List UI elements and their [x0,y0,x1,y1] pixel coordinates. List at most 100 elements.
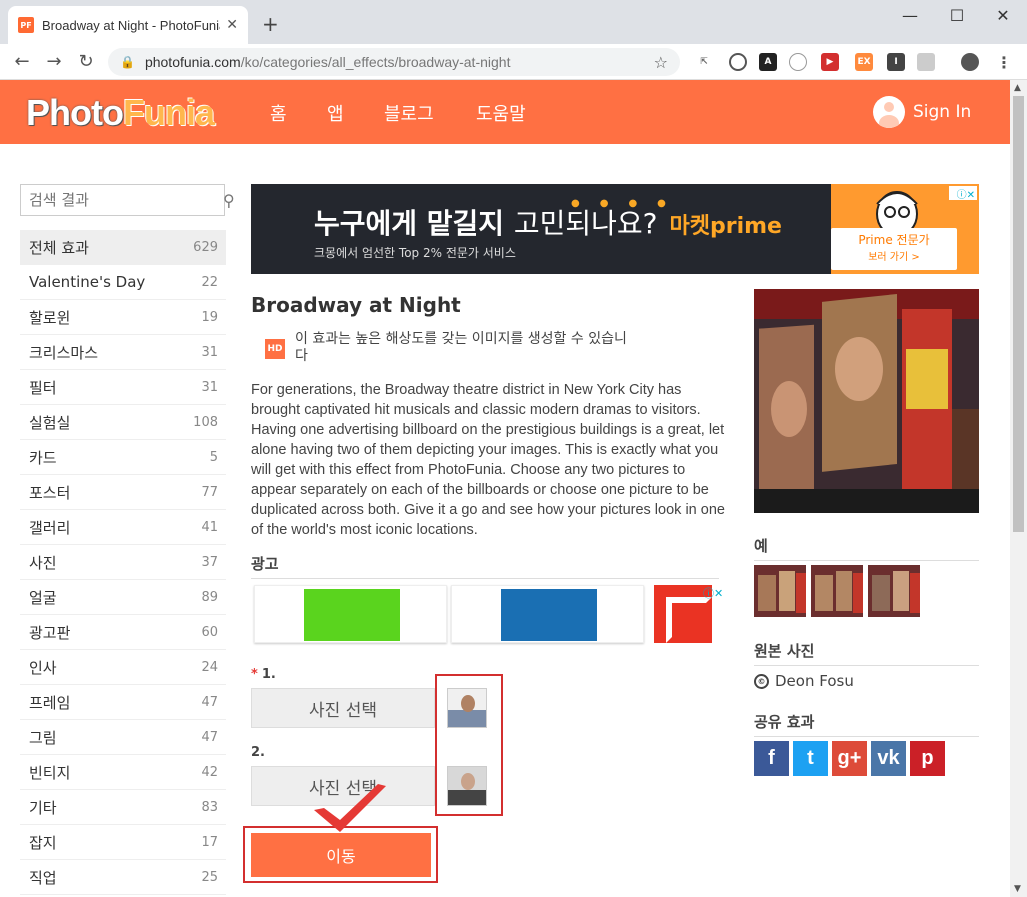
category-item[interactable]: 직업 25 [20,860,226,895]
forward-icon[interactable]: → [42,50,66,74]
category-item[interactable]: Valentine's Day 22 [20,265,226,300]
category-item[interactable]: 잡지 17 [20,825,226,860]
adchoices-icon[interactable]: ⓘ✕ [949,186,977,201]
category-label: 얼굴 [29,588,57,607]
ads-heading: 광고 [251,553,719,579]
address-bar[interactable]: 🔒 photofunia.com/ko/categories/all_effec… [108,48,680,76]
extension-play-icon[interactable]: ▶ [821,53,839,71]
ad-close-icon[interactable]: ⓘ✕ [703,585,723,601]
category-item[interactable]: 전체 효과 629 [20,230,226,265]
banner-ad[interactable]: ●●●● 누구에게 맡길지 고민되나요? 마켓prime 크몽에서 엄선한 Top… [251,184,979,274]
category-label: Valentine's Day [29,273,146,291]
reload-icon[interactable]: ↻ [74,50,98,74]
close-tab-icon[interactable]: ✕ [226,17,238,33]
browser-toolbar: ← → ↻ 🔒 photofunia.com/ko/categories/all… [0,44,1027,80]
selected-photo-2[interactable] [447,766,487,806]
maximize-icon[interactable]: ☐ [937,6,977,25]
category-count: 31 [201,379,218,395]
category-item[interactable]: 빈티지 42 [20,755,226,790]
share-twitter-icon[interactable]: t [793,741,828,776]
site-header: PhotoFunia 홈 앱 블로그 도움말 Sign In [0,80,1010,144]
category-label: 카드 [29,448,57,467]
category-item[interactable]: 사진 37 [20,545,226,580]
example-thumb-3[interactable] [868,565,920,617]
category-label: 잡지 [29,833,57,852]
category-item[interactable]: 프레임 47 [20,685,226,720]
category-count: 42 [201,764,218,780]
extension-globe-icon[interactable] [789,53,807,71]
category-label: 실험실 [29,413,71,432]
category-count: 108 [193,414,218,430]
ad-row: ⓘ✕ [251,585,723,645]
nav-apps[interactable]: 앱 [327,100,344,126]
choose-photo-1-button[interactable]: 사진 선택 [251,688,435,728]
category-item[interactable]: 필터 31 [20,370,226,405]
browser-titlebar: PF Broadway at Night - PhotoFunia ✕ + — … [0,0,1027,44]
copyright-icon: © [754,673,769,689]
category-item[interactable]: 광고판 60 [20,615,226,650]
extension-ex-icon[interactable]: EX [855,53,873,71]
extension-i-icon[interactable]: I [887,53,905,71]
category-item[interactable]: 그림 47 [20,720,226,755]
ad-tile-network[interactable] [451,585,644,643]
share-facebook-icon[interactable]: f [754,741,789,776]
effect-title: Broadway at Night [251,293,461,317]
category-item[interactable]: 포스터 77 [20,475,226,510]
category-count: 41 [201,519,218,535]
lock-icon: 🔒 [120,55,135,69]
extension-cursor-icon[interactable]: ⇱ [695,53,713,71]
back-icon[interactable]: ← [10,50,34,74]
category-label: 크리스마스 [29,343,99,362]
photofunia-logo[interactable]: PhotoFunia [26,92,215,134]
share-pinterest-icon[interactable]: p [910,741,945,776]
example-thumb-2[interactable] [811,565,863,617]
page-scrollbar[interactable]: ▲ ▼ [1010,80,1027,897]
extension-cloud-icon[interactable] [917,53,935,71]
category-item[interactable]: 크리스마스 31 [20,335,226,370]
profile-icon[interactable] [961,53,979,71]
scrollbar-thumb[interactable] [1013,96,1024,532]
minimize-icon[interactable]: — [890,6,930,25]
example-thumb-1[interactable] [754,565,806,617]
extension-power-icon[interactable] [729,53,747,71]
category-count: 89 [201,589,218,605]
category-item[interactable]: 얼굴 89 [20,580,226,615]
nav-help[interactable]: 도움말 [476,100,526,126]
nav-blog[interactable]: 블로그 [384,100,434,126]
selected-photo-1[interactable] [447,688,487,728]
category-label: 그림 [29,728,57,747]
category-label: 갤러리 [29,518,71,537]
menu-dots-icon[interactable]: ⋮ [995,53,1013,72]
scroll-up-icon[interactable]: ▲ [1014,83,1021,93]
new-tab-icon[interactable]: + [262,12,279,36]
user-avatar-icon [873,96,905,128]
scroll-down-icon[interactable]: ▼ [1014,884,1021,894]
search-input[interactable] [29,191,223,209]
url-text: photofunia.com/ko/categories/all_effects… [144,54,511,70]
banner-cta-button[interactable]: Prime 전문가 보러 가기 > [831,228,957,270]
share-vk-icon[interactable]: vk [871,741,906,776]
category-item[interactable]: 카드 5 [20,440,226,475]
share-heading: 공유 효과 [754,711,979,737]
nav-home[interactable]: 홈 [270,100,287,126]
category-search: ⚲ [20,184,235,216]
category-count: 629 [193,239,218,255]
search-icon[interactable]: ⚲ [223,191,235,210]
extension-a-icon[interactable]: A [759,53,777,71]
photofunia-favicon-icon: PF [18,17,34,33]
window-close-icon[interactable]: ✕ [983,6,1023,25]
share-google-plus-icon[interactable]: g+ [832,741,867,776]
bookmark-star-icon[interactable]: ☆ [654,53,668,72]
photo-credit[interactable]: © Deon Fosu [754,672,854,690]
browser-tab[interactable]: PF Broadway at Night - PhotoFunia ✕ [8,6,248,44]
category-count: 47 [201,729,218,745]
sign-in-button[interactable]: Sign In [873,96,971,128]
category-count: 60 [201,624,218,640]
ad-tile-green[interactable] [254,585,447,643]
category-item[interactable]: 할로윈 19 [20,300,226,335]
category-item[interactable]: 실험실 108 [20,405,226,440]
category-item[interactable]: 인사 24 [20,650,226,685]
category-item[interactable]: 갤러리 41 [20,510,226,545]
effect-description: For generations, the Broadway theatre di… [251,382,725,538]
category-item[interactable]: 기타 83 [20,790,226,825]
